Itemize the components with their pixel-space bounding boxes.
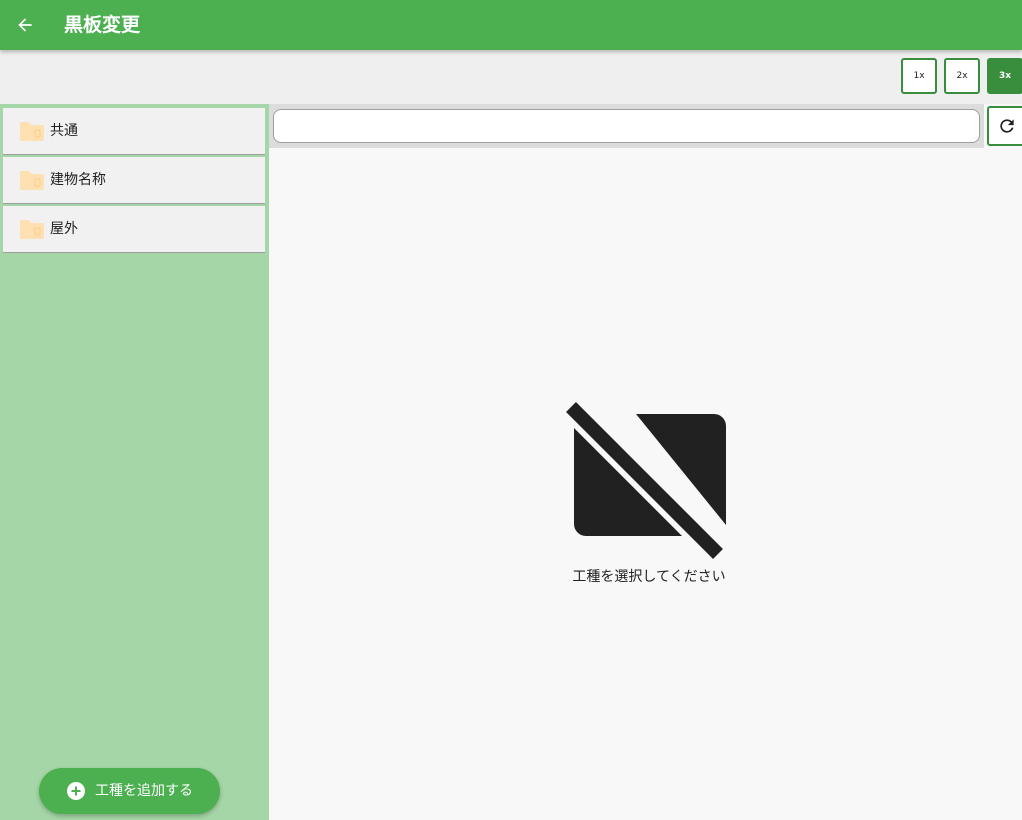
empty-state: 工種を選択してください xyxy=(269,148,1022,820)
list-item-label: 屋外 xyxy=(50,221,78,237)
empty-state-message: 工種を選択してください xyxy=(572,569,726,585)
refresh-icon xyxy=(1000,119,1014,133)
folder-off-icon xyxy=(566,402,726,559)
category-sidebar: 共通 建物名称 屋外 工種を追加する xyxy=(0,104,269,820)
list-item[interactable]: 建物名称 xyxy=(3,157,265,204)
folder-icon xyxy=(20,122,44,141)
add-category-button[interactable]: 工種を追加する xyxy=(39,768,220,814)
list-item-label: 共通 xyxy=(50,123,78,139)
category-list: 共通 建物名称 屋外 xyxy=(3,108,265,255)
refresh-button[interactable] xyxy=(987,106,1022,146)
folder-icon xyxy=(20,171,44,190)
search-bar xyxy=(269,104,984,148)
page-title: 黒板変更 xyxy=(64,14,141,36)
zoom-2x-button[interactable]: 2x xyxy=(944,58,980,94)
search-input[interactable] xyxy=(273,109,980,143)
arrow-left-icon xyxy=(18,18,32,32)
app-bar: 黒板変更 xyxy=(0,0,1022,50)
folder-icon xyxy=(20,220,44,239)
zoom-1x-button[interactable]: 1x xyxy=(901,58,937,94)
list-item[interactable]: 屋外 xyxy=(3,206,265,253)
add-category-label: 工種を追加する xyxy=(95,783,193,799)
list-item-label: 建物名称 xyxy=(50,172,106,188)
zoom-3x-button[interactable]: 3x xyxy=(987,58,1022,94)
zoom-toolbar: 1x 2x 3x xyxy=(0,50,1022,104)
plus-circle-icon xyxy=(67,782,85,800)
list-item[interactable]: 共通 xyxy=(3,108,265,155)
back-button[interactable] xyxy=(10,10,40,40)
